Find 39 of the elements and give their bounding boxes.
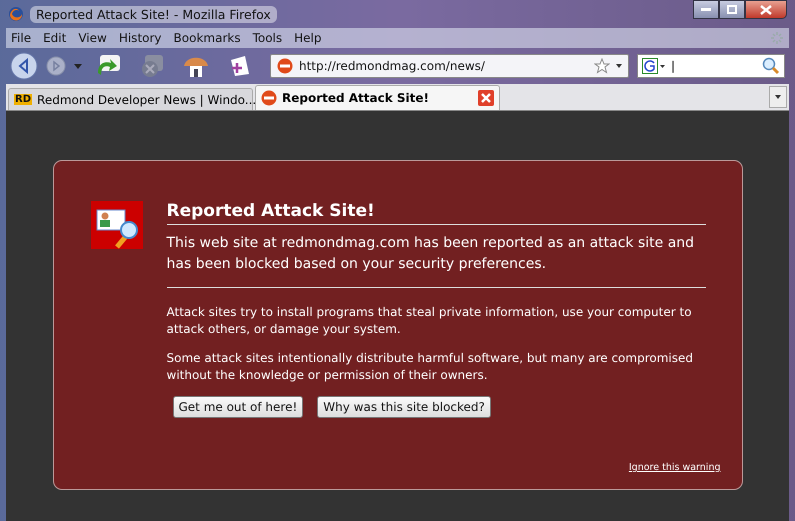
window-title: Reported Attack Site! - Mozilla Firefox	[30, 6, 277, 22]
page-title: Reported Attack Site!	[166, 201, 706, 225]
action-button[interactable]: Get me out of here!	[172, 396, 304, 418]
ignore-link[interactable]: Ignore this warning	[628, 462, 720, 473]
search-field[interactable]: |	[637, 54, 785, 78]
site-logo: RD	[14, 94, 32, 105]
warning-icon	[90, 201, 142, 249]
menu-item[interactable]: Tools	[252, 31, 282, 45]
menu-item[interactable]: Help	[294, 31, 322, 45]
explanation-text: Some attack sites intentionally distribute harmful software, but many are compromised without the knowledge or permission of their owners.	[166, 350, 694, 384]
explanation-text: Attack sites try to install programs that steal private information, use your computer to attack others, or damage your system.	[166, 304, 693, 338]
tab[interactable]: Reported Attack Site!	[255, 85, 500, 110]
dropdown-icon[interactable]	[616, 64, 622, 68]
throbber-icon	[770, 31, 784, 45]
close-icon	[760, 4, 772, 14]
search-icon[interactable]	[762, 57, 780, 75]
search-engine-icon[interactable]	[642, 58, 665, 74]
menu-item[interactable]: View	[78, 31, 107, 45]
address-field[interactable]: http://redmondmag.com/news/	[270, 54, 629, 78]
tab[interactable]: RD Redmond Developer News | Windo...	[8, 88, 253, 110]
dropdown-icon	[775, 95, 781, 99]
star-icon[interactable]	[594, 58, 610, 74]
close-button[interactable]	[745, 0, 787, 19]
blocked-icon	[261, 90, 277, 106]
blocked-icon	[277, 58, 293, 74]
maximize-button[interactable]	[719, 0, 745, 19]
menu-item[interactable]: History	[118, 31, 162, 45]
minimize-button[interactable]	[693, 0, 719, 19]
firefox-icon	[8, 6, 24, 22]
menu-item[interactable]: Edit	[43, 31, 66, 45]
back-button[interactable]	[10, 52, 38, 80]
maximize-icon	[727, 5, 737, 14]
action-button[interactable]: Why was this site blocked?	[317, 396, 491, 418]
close-tab-icon[interactable]	[478, 90, 494, 106]
menu-item[interactable]: File	[11, 31, 32, 45]
minimize-icon	[701, 8, 711, 12]
menu-item[interactable]: Bookmarks	[174, 31, 241, 45]
tab-list-button[interactable]	[769, 86, 787, 108]
warning-message: This web site at redmondmag.com has been reported as an attack site and has been blocked based on your security preferences.	[166, 234, 696, 274]
